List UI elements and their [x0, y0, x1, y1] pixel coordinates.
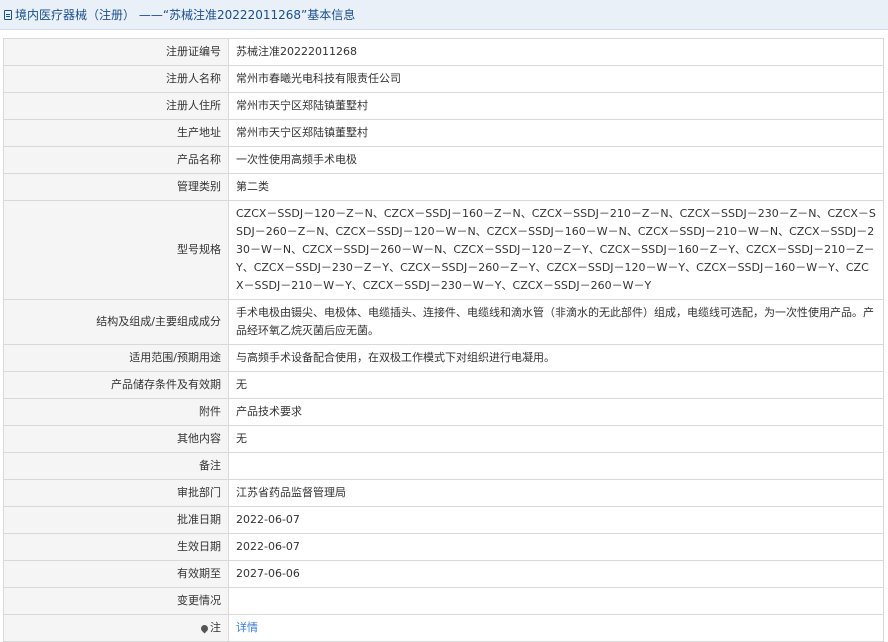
row-value-production-address: 常州市天宁区郑陆镇董墅村 — [228, 119, 884, 147]
row-value-approval-dept: 江苏省药品监督管理局 — [228, 479, 884, 507]
row-label-structure: 结构及组成/主要组成成分 — [3, 299, 229, 345]
row-value-registrant-name: 常州市春曦光电科技有限责任公司 — [228, 65, 884, 93]
table-row: 变更情况 — [3, 587, 884, 615]
info-table: 注册证编号 苏械注准20222011268 注册人名称 常州市春曦光电科技有限责… — [3, 38, 884, 642]
note-label: 注 — [210, 621, 221, 634]
row-label-effective-date: 生效日期 — [3, 533, 229, 561]
row-label-note: 注 — [3, 614, 229, 642]
row-label-other: 其他内容 — [3, 425, 229, 453]
page-title: 境内医疗器械（注册） ——“苏械注准20222011268”基本信息 — [15, 8, 356, 22]
row-label-management-class: 管理类别 — [3, 173, 229, 201]
row-label-approval-dept: 审批部门 — [3, 479, 229, 507]
table-row: 管理类别 第二类 — [3, 173, 884, 201]
row-label-product-name: 产品名称 — [3, 146, 229, 174]
table-row: 其他内容 无 — [3, 425, 884, 453]
table-row: 批准日期 2022-06-07 — [3, 506, 884, 534]
row-value-structure: 手术电极由镊尖、电极体、电缆插头、连接件、电缆线和滴水管（非滴水的无此部件）组成… — [228, 299, 884, 345]
row-label-valid-until: 有效期至 — [3, 560, 229, 588]
row-label-model-spec: 型号规格 — [3, 200, 229, 300]
row-value-effective-date: 2022-06-07 — [228, 533, 884, 561]
table-row: 注册人住所 常州市天宁区郑陆镇董墅村 — [3, 92, 884, 120]
pin-icon — [199, 623, 210, 633]
row-value-model-spec: CZCX－SSDJ－120－Z－N、CZCX－SSDJ－160－Z－N、CZCX… — [228, 200, 884, 300]
row-value-attachment: 产品技术要求 — [228, 398, 884, 426]
row-label-registrant-name: 注册人名称 — [3, 65, 229, 93]
table-row: 附件 产品技术要求 — [3, 398, 884, 426]
table-row: 生效日期 2022-06-07 — [3, 533, 884, 561]
table-row: 审批部门 江苏省药品监督管理局 — [3, 479, 884, 507]
table-row: 注册证编号 苏械注准20222011268 — [3, 38, 884, 66]
page-header: 境内医疗器械（注册） ——“苏械注准20222011268”基本信息 — [0, 0, 888, 30]
row-label-production-address: 生产地址 — [3, 119, 229, 147]
table-row: 适用范围/预期用途 与高频手术设备配合使用，在双极工作模式下对组织进行电凝用。 — [3, 344, 884, 372]
table-row: 注 详情 — [3, 614, 884, 642]
row-label-remarks: 备注 — [3, 452, 229, 480]
row-value-registrant-address: 常州市天宁区郑陆镇董墅村 — [228, 92, 884, 120]
row-value-approval-date: 2022-06-07 — [228, 506, 884, 534]
row-value-intended-use: 与高频手术设备配合使用，在双极工作模式下对组织进行电凝用。 — [228, 344, 884, 372]
row-label-approval-date: 批准日期 — [3, 506, 229, 534]
table-row: 产品储存条件及有效期 无 — [3, 371, 884, 399]
table-row: 产品名称 一次性使用高频手术电极 — [3, 146, 884, 174]
row-value-product-name: 一次性使用高频手术电极 — [228, 146, 884, 174]
details-link[interactable]: 详情 — [236, 621, 258, 634]
row-value-other: 无 — [228, 425, 884, 453]
row-value-management-class: 第二类 — [228, 173, 884, 201]
row-value-remarks — [228, 452, 884, 480]
table-row: 生产地址 常州市天宁区郑陆镇董墅村 — [3, 119, 884, 147]
row-label-intended-use: 适用范围/预期用途 — [3, 344, 229, 372]
table-row: 型号规格 CZCX－SSDJ－120－Z－N、CZCX－SSDJ－160－Z－N… — [3, 200, 884, 300]
row-value-note: 详情 — [228, 614, 884, 642]
table-row: 有效期至 2027-06-06 — [3, 560, 884, 588]
row-label-attachment: 附件 — [3, 398, 229, 426]
table-row: 注册人名称 常州市春曦光电科技有限责任公司 — [3, 65, 884, 93]
row-value-storage: 无 — [228, 371, 884, 399]
document-icon — [4, 9, 12, 20]
row-label-registrant-address: 注册人住所 — [3, 92, 229, 120]
table-row: 备注 — [3, 452, 884, 480]
row-label-registration-number: 注册证编号 — [3, 38, 229, 66]
row-label-changes: 变更情况 — [3, 587, 229, 615]
row-label-storage: 产品储存条件及有效期 — [3, 371, 229, 399]
row-value-valid-until: 2027-06-06 — [228, 560, 884, 588]
row-value-registration-number: 苏械注准20222011268 — [228, 38, 884, 66]
table-row: 结构及组成/主要组成成分 手术电极由镊尖、电极体、电缆插头、连接件、电缆线和滴水… — [3, 299, 884, 345]
row-value-changes — [228, 587, 884, 615]
